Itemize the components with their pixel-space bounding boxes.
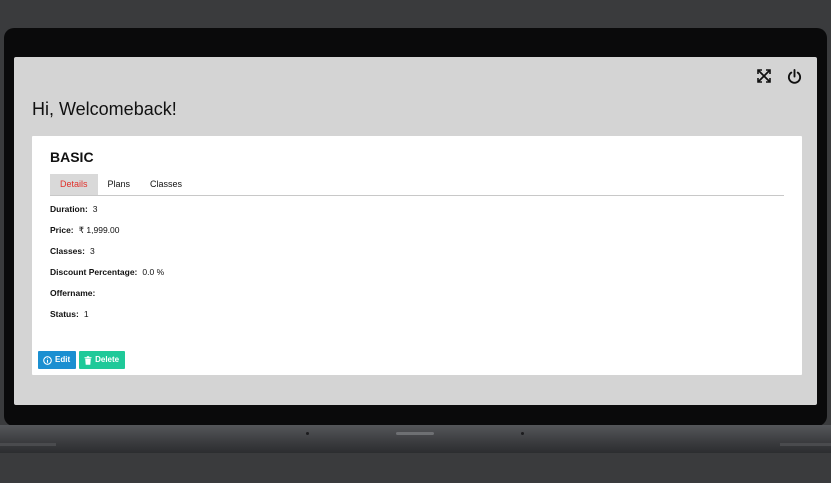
top-toolbar — [755, 67, 803, 85]
fullscreen-icon[interactable] — [755, 67, 773, 85]
welcome-heading: Hi, Welcomeback! — [32, 99, 177, 119]
detail-value: 3 — [92, 204, 98, 214]
tab-classes[interactable]: Classes — [140, 174, 192, 195]
detail-value: ₹ 1,999.00 — [78, 225, 120, 235]
detail-discount: Discount Percentage: 0.0 % — [50, 268, 164, 289]
detail-status: Status: 1 — [50, 310, 164, 331]
detail-label: Discount Percentage: — [50, 267, 138, 277]
detail-duration: Duration: 3 — [50, 205, 164, 226]
detail-label: Duration: — [50, 204, 88, 214]
laptop-dot — [306, 432, 309, 435]
detail-offername: Offername: — [50, 289, 164, 310]
edit-button[interactable]: Edit — [38, 351, 77, 369]
detail-price: Price: ₹ 1,999.00 — [50, 226, 164, 247]
trash-icon — [84, 355, 92, 365]
detail-label: Price: — [50, 225, 74, 235]
delete-button[interactable]: Delete — [79, 351, 126, 369]
detail-label: Classes: — [50, 246, 85, 256]
laptop-base — [0, 425, 831, 453]
laptop-dot — [521, 432, 524, 435]
edit-button-label: Edit — [55, 355, 71, 364]
action-buttons: Edit Delete — [38, 351, 126, 369]
details-list: Duration: 3 Price: ₹ 1,999.00 Classes: 3 Di… — [50, 205, 164, 331]
detail-label: Offername: — [50, 288, 96, 298]
plan-title: BASIC — [50, 149, 94, 165]
tab-plans[interactable]: Plans — [98, 174, 141, 195]
delete-button-label: Delete — [95, 355, 120, 364]
tab-bar: Details Plans Classes — [50, 174, 784, 196]
laptop-vent — [780, 443, 831, 446]
laptop-notch — [396, 432, 434, 435]
laptop-vent — [0, 443, 56, 446]
app-screen: Hi, Welcomeback! BASIC Details Plans Cla… — [14, 57, 817, 405]
tab-details[interactable]: Details — [50, 174, 98, 195]
detail-label: Status: — [50, 309, 79, 319]
detail-value: 0.0 % — [142, 267, 165, 277]
detail-value: 1 — [83, 309, 89, 319]
info-icon — [43, 355, 52, 365]
power-icon[interactable] — [785, 67, 803, 85]
detail-value: 3 — [89, 246, 95, 256]
detail-classes: Classes: 3 — [50, 247, 164, 268]
plan-card: BASIC Details Plans Classes Duration: 3 P… — [32, 136, 802, 375]
